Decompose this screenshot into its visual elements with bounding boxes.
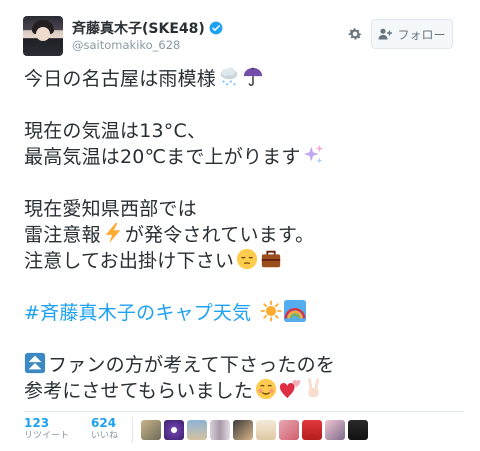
tweet-line-3: 最高気温は20℃まで上がります: [24, 144, 464, 170]
tweet-line-5: 雷注意報 が発令されています。: [24, 222, 464, 248]
follow-button[interactable]: フォロー: [371, 19, 453, 49]
tweet-line-3-text: 最高気温は20℃まで上がります: [24, 146, 301, 168]
tweet-line-1-text: 今日の名古屋は雨模様: [24, 68, 217, 90]
retweet-count-label: リツイート: [24, 431, 70, 441]
retweet-count-value: 123: [24, 416, 50, 430]
two-hearts-emoji: [279, 380, 301, 399]
rainbow-emoji: [283, 300, 306, 322]
liker-avatar[interactable]: [348, 420, 369, 440]
name-row[interactable]: 斉藤真木子(SKE48): [72, 18, 223, 38]
tweet-stats: 123 リツイート 624 いいね: [24, 411, 464, 446]
liker-avatar[interactable]: [302, 420, 323, 440]
tweet-line-8: ファンの方が考えて下さったのを: [24, 352, 464, 378]
tweet-line-5b-text: が発令されています。: [124, 224, 315, 246]
like-count-value: 624: [91, 416, 117, 430]
tweet-line-8-text: ファンの方が考えて下さったのを: [48, 354, 336, 376]
tweet-line-6: 注意してお出掛け下さい: [24, 248, 464, 274]
like-count[interactable]: 624 いいね: [91, 412, 118, 442]
tweet-line-9-text: 参考にさせてもらいました: [24, 380, 254, 402]
tweet-line-9: 参考にさせてもらいました: [24, 378, 464, 404]
umbrella-emoji: [243, 67, 263, 86]
verified-badge-icon: [209, 21, 223, 35]
liker-avatar[interactable]: [187, 420, 208, 440]
liker-avatar[interactable]: [279, 420, 300, 440]
like-count-label: いいね: [91, 431, 119, 441]
lightning-emoji: [105, 222, 121, 244]
display-name[interactable]: 斉藤真木子(SKE48): [72, 18, 205, 38]
follow-button-label: フォロー: [397, 27, 446, 42]
tweet-line-7: #斉藤真木子のキャプ天気: [24, 300, 464, 326]
tweet-line-1: 今日の名古屋は雨模様: [24, 66, 464, 92]
snow-cloud-emoji: [220, 67, 238, 86]
stats-divider: [132, 417, 134, 443]
liker-avatar[interactable]: [210, 420, 231, 440]
briefcase-emoji: [261, 250, 281, 268]
up-button-emoji: [24, 352, 46, 374]
tweet-line-6-text: 注意してお出掛け下さい: [24, 250, 235, 272]
liker-avatar[interactable]: [141, 420, 162, 440]
tweet-line-5a-text: 雷注意報: [24, 224, 101, 246]
victory-hand-emoji: [308, 378, 320, 398]
smiling-face-emoji: [255, 378, 277, 400]
tweet-line-2: 現在の気温は13°C、: [24, 120, 207, 142]
sun-emoji: [260, 300, 282, 322]
user-handle[interactable]: @saitomakiko_628: [72, 38, 180, 52]
retweet-count[interactable]: 123 リツイート: [24, 412, 69, 442]
add-user-icon: [378, 28, 393, 40]
tweet-line-4: 現在愛知県西部では: [24, 198, 197, 220]
hashtag-link[interactable]: #斉藤真木子のキャプ天気: [24, 302, 251, 324]
liker-avatar[interactable]: [325, 420, 346, 440]
liker-avatars: [141, 412, 371, 440]
pensive-face-emoji: [236, 248, 258, 270]
gear-icon[interactable]: [347, 26, 363, 42]
sparkles-emoji: [303, 144, 323, 164]
liker-avatar[interactable]: [256, 420, 277, 440]
tweet-text: 今日の名古屋は雨模様 現在の気温は13°C、 最高気温は20℃まで上がります 現…: [24, 66, 464, 404]
avatar[interactable]: [23, 16, 63, 56]
liker-avatar[interactable]: [164, 420, 185, 440]
avatar-face: [36, 27, 50, 41]
liker-avatar[interactable]: [233, 420, 254, 440]
